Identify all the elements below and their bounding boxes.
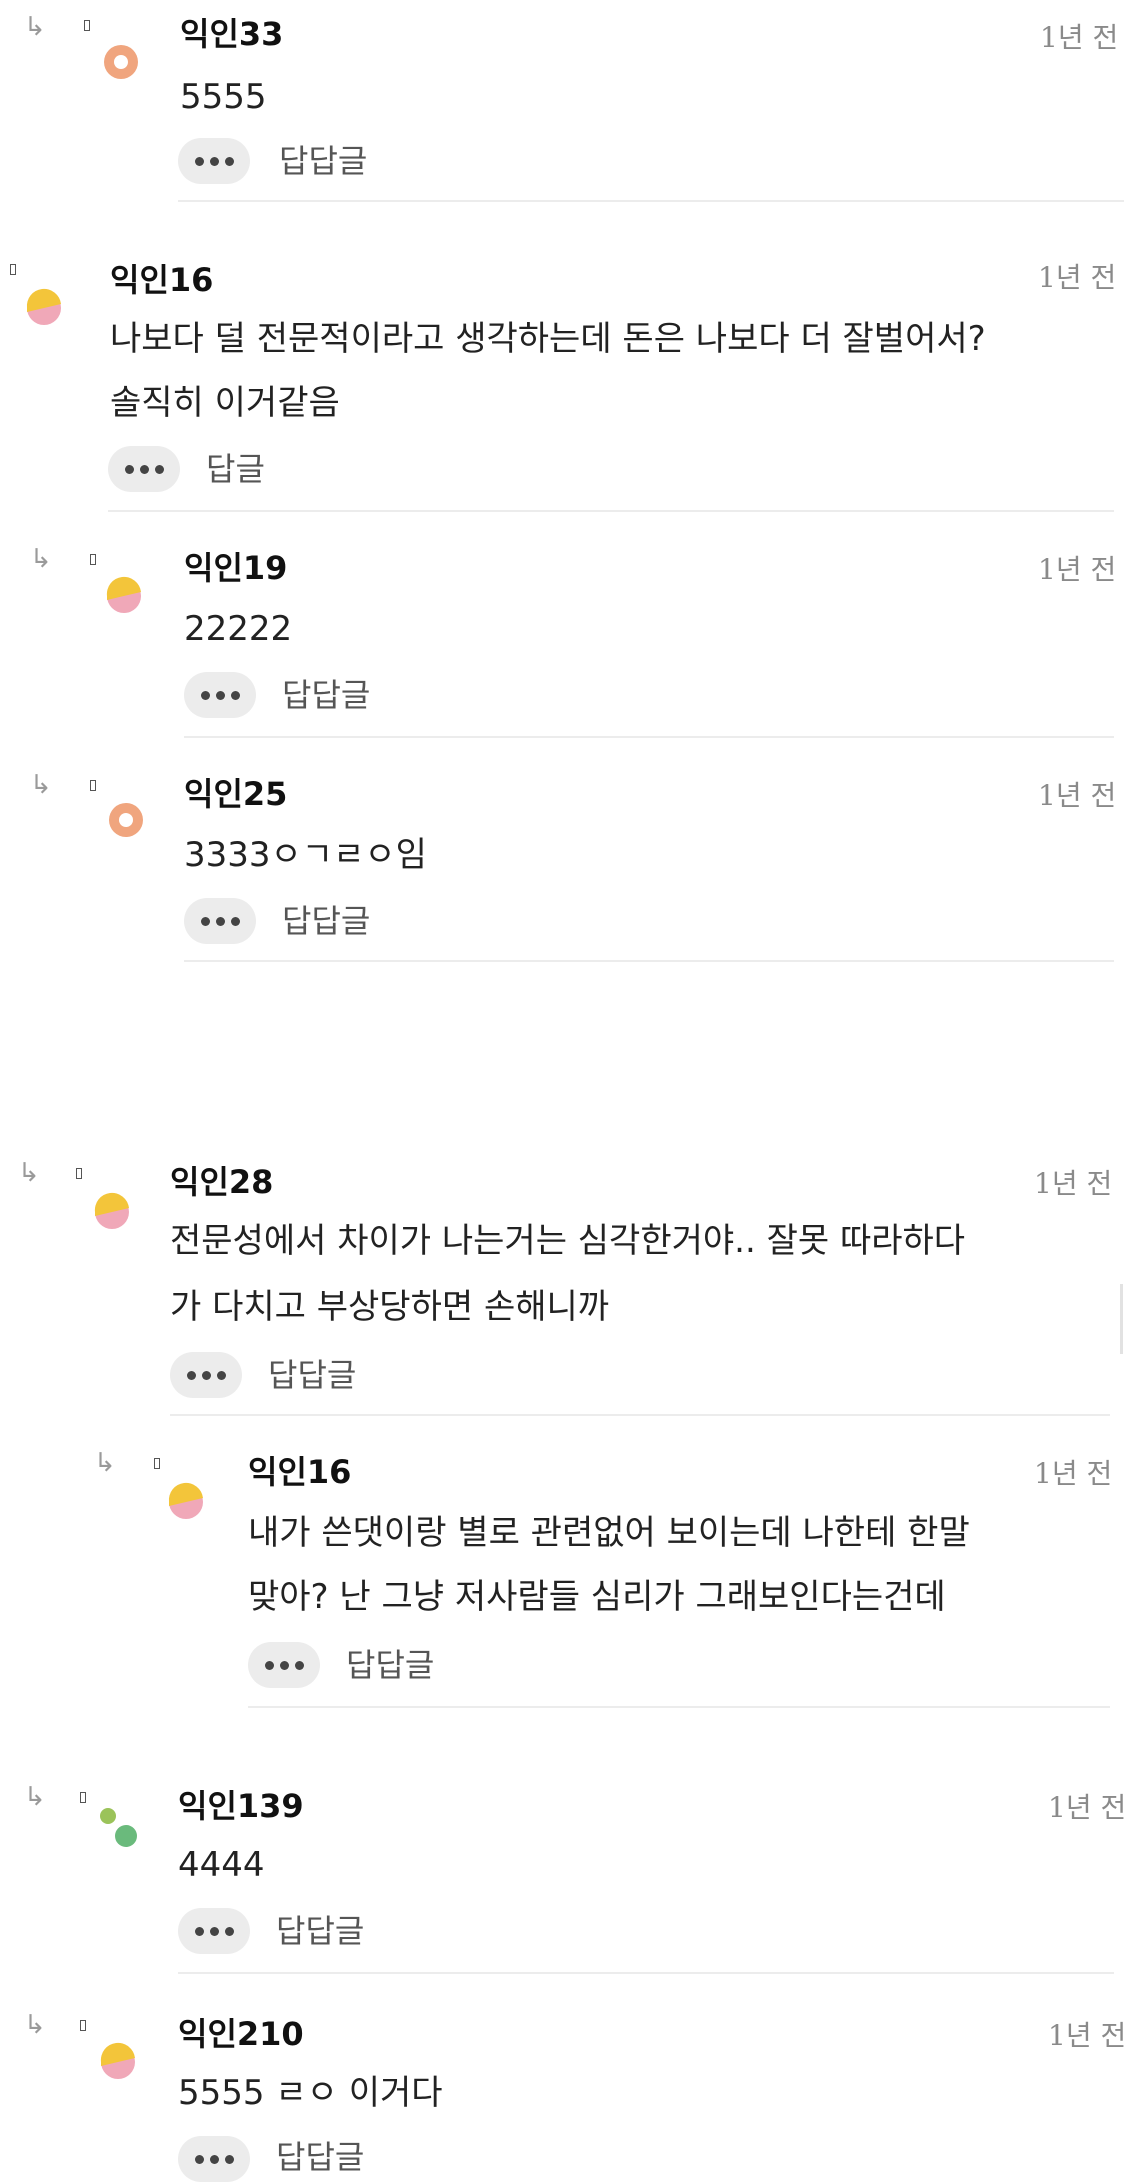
- reply-button[interactable]: 답답글: [276, 1908, 364, 1954]
- half-moon-yellow-pink-avatar: [106, 576, 141, 613]
- comment-author[interactable]: 익인139: [178, 1786, 304, 1826]
- comment-author[interactable]: 익인33: [180, 14, 283, 54]
- placeholder-glyph-icon: [76, 1168, 82, 1179]
- placeholder-glyph-icon: [80, 1792, 86, 1803]
- half-moon-yellow-pink-avatar: [94, 1192, 129, 1229]
- placeholder-glyph-icon: [154, 1458, 160, 1469]
- comment-time: 1년 전: [1038, 553, 1117, 586]
- reply-button[interactable]: 답글: [206, 446, 265, 492]
- comment-author[interactable]: 익인25: [184, 774, 287, 814]
- scroll-edge: [1120, 1284, 1123, 1354]
- placeholder-glyph-icon: [90, 554, 96, 565]
- comment-time: 1년 전: [1040, 21, 1119, 54]
- reply-arrow-icon: ↳: [24, 1782, 46, 1812]
- reply-button[interactable]: 답답글: [346, 1642, 434, 1688]
- more-button[interactable]: [108, 446, 180, 492]
- ring-orange-avatar: [104, 45, 138, 79]
- comment-text: 4444: [178, 1845, 265, 1885]
- comment-time: 1년 전: [1048, 2019, 1124, 2052]
- more-button[interactable]: [184, 672, 256, 718]
- more-button[interactable]: [184, 898, 256, 944]
- more-button[interactable]: [178, 1908, 250, 1954]
- comment-divider: [248, 1706, 1110, 1708]
- comment-text: 22222: [184, 609, 293, 649]
- comment-time: 1년 전: [1034, 1167, 1113, 1200]
- comment-divider: [170, 1414, 1110, 1416]
- reply-button[interactable]: 답답글: [279, 138, 367, 184]
- more-button[interactable]: [178, 2136, 250, 2182]
- more-button[interactable]: [170, 1352, 242, 1398]
- comment-time: 1년 전: [1034, 1457, 1113, 1490]
- more-button[interactable]: [178, 138, 250, 184]
- reply-arrow-icon: ↳: [24, 12, 46, 42]
- reply-button[interactable]: 답답글: [282, 898, 370, 944]
- comment-author[interactable]: 익인16: [248, 1452, 351, 1492]
- ring-orange-avatar: [109, 803, 143, 837]
- reply-arrow-icon: ↳: [18, 1158, 40, 1188]
- placeholder-glyph-icon: [10, 264, 16, 275]
- half-moon-yellow-pink-avatar: [100, 2042, 135, 2079]
- comment-text: 3333ㅇㄱㄹㅇ임: [184, 835, 427, 875]
- comment-time: 1년 전: [1038, 261, 1117, 294]
- comment-divider: [184, 736, 1114, 738]
- half-moon-yellow-pink-avatar: [26, 288, 61, 325]
- comment-author[interactable]: 익인28: [170, 1162, 273, 1202]
- comment-divider: [178, 200, 1124, 202]
- reply-arrow-icon: ↳: [94, 1448, 116, 1478]
- comment-author[interactable]: 익인19: [184, 548, 287, 588]
- comment-text: 내가 쓴댓이랑 별로 관련없어 보이는데 나한테 한말: [248, 1513, 970, 1553]
- placeholder-glyph-icon: [84, 20, 90, 31]
- comment-text: 솔직히 이거같음: [110, 383, 340, 423]
- placeholder-glyph-icon: [80, 2020, 86, 2031]
- comment-divider: [178, 1972, 1114, 1974]
- reply-button[interactable]: 답답글: [282, 672, 370, 718]
- comment-text: 맞아? 난 그냥 저사람들 심리가 그래보인다는건데: [248, 1577, 946, 1617]
- comment-text: 전문성에서 차이가 나는거는 심각한거야.. 잘못 따라하다: [170, 1221, 966, 1261]
- reply-arrow-icon: ↳: [30, 770, 52, 800]
- comment-author[interactable]: 익인210: [178, 2014, 304, 2054]
- reply-arrow-icon: ↳: [24, 2010, 46, 2040]
- reply-button[interactable]: 답답글: [276, 2134, 364, 2180]
- green-dots-avatar: [100, 1808, 137, 1847]
- comment-time: 1년 전: [1038, 779, 1117, 812]
- reply-button[interactable]: 답답글: [268, 1352, 356, 1398]
- comment-time: 1년 전: [1048, 1791, 1124, 1824]
- comment-text: 가 다치고 부상당하면 손해니까: [170, 1287, 610, 1327]
- more-button[interactable]: [248, 1642, 320, 1688]
- comment-divider: [108, 510, 1114, 512]
- comment-divider: [184, 960, 1114, 962]
- reply-arrow-icon: ↳: [30, 544, 52, 574]
- placeholder-glyph-icon: [90, 780, 96, 791]
- comment-text: 5555: [180, 77, 267, 117]
- comment-text: 5555 ㄹㅇ 이거다: [178, 2073, 443, 2113]
- comment-text: 나보다 덜 전문적이라고 생각하는데 돈은 나보다 더 잘벌어서?: [110, 319, 986, 359]
- half-moon-yellow-pink-avatar: [168, 1482, 203, 1519]
- comment-author[interactable]: 익인16: [110, 260, 213, 300]
